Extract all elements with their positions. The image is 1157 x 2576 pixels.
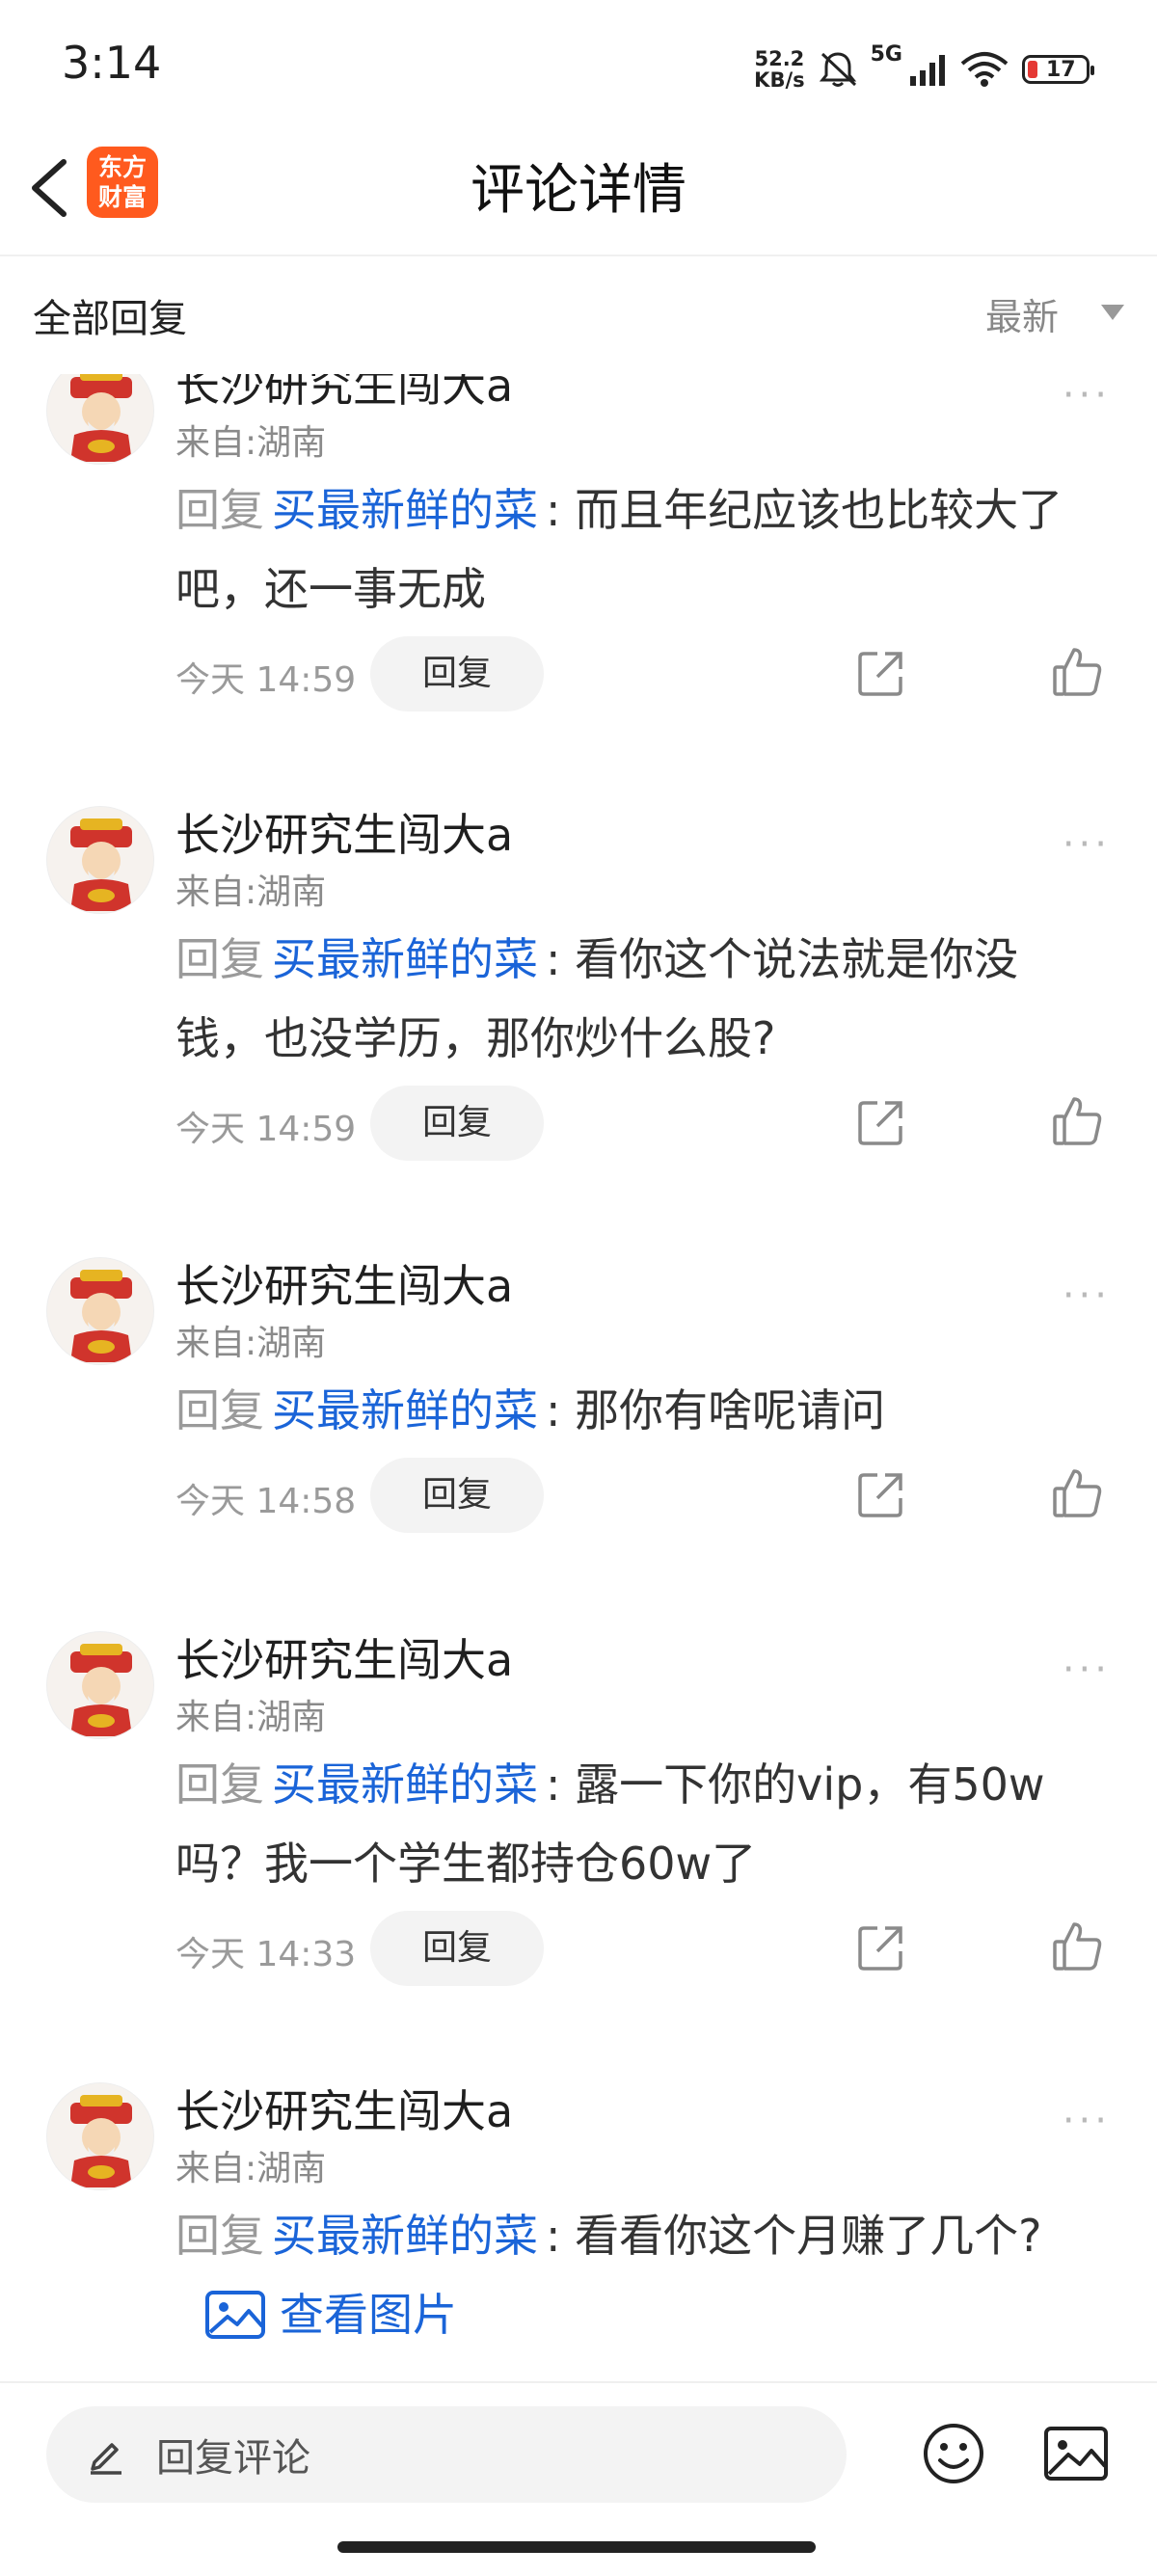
separator: : [546, 1384, 561, 1436]
view-image-link[interactable]: 查看图片 [204, 2275, 457, 2354]
comment-actions: 今天 14:33 回复 [175, 1911, 1120, 1988]
avatar[interactable] [46, 806, 154, 914]
reply-prefix: 回复 [175, 1384, 264, 1436]
thumbs-up-icon[interactable] [1051, 1467, 1103, 1519]
user-location: 来自:湖南 [175, 872, 327, 912]
thumbs-up-icon[interactable] [1051, 1920, 1103, 1972]
caret-down-icon[interactable] [1101, 305, 1124, 320]
username[interactable]: 长沙研究生闯大a [175, 800, 513, 864]
more-options-icon[interactable]: ··· [1063, 1276, 1111, 1315]
avatar-icon [70, 2095, 132, 2187]
separator: : [546, 484, 561, 536]
reply-placeholder: 回复评论 [156, 2436, 310, 2481]
user-location: 来自:湖南 [175, 423, 327, 463]
separator: : [546, 933, 561, 985]
comment-body: 回复 买最新鲜的菜: 露一下你的vip，有50w吗？我一个学生都持仓60w了 [175, 1745, 1091, 1903]
all-replies-label: 全部回复 [33, 297, 187, 341]
username[interactable]: 长沙研究生闯大a [175, 1251, 513, 1315]
reply-prefix: 回复 [175, 2210, 264, 2262]
comment-actions: 今天 14:59 回复 [175, 636, 1120, 713]
comment-text: 看看你这个月赚了几个? [575, 2210, 1042, 2262]
separator: : [546, 2210, 561, 2262]
reply-prefix: 回复 [175, 1758, 264, 1811]
avatar-icon [70, 1644, 132, 1736]
comment-body: 回复 买最新鲜的菜: 而且年纪应该也比较大了吧，还一事无成 [175, 470, 1091, 629]
more-options-icon[interactable]: ··· [1063, 1650, 1111, 1689]
mention-link[interactable]: 买最新鲜的菜 [272, 1758, 538, 1811]
comment-time: 今天 14:33 [175, 1935, 357, 1974]
share-icon[interactable] [856, 1469, 906, 1519]
home-indicator[interactable] [337, 2541, 816, 2553]
user-location: 来自:湖南 [175, 1324, 327, 1363]
username[interactable]: 长沙研究生闯大a [175, 1625, 513, 1689]
pencil-icon [91, 2443, 121, 2475]
reply-prefix: 回复 [175, 933, 264, 985]
reply-button[interactable]: 回复 [370, 1458, 544, 1533]
avatar[interactable] [46, 1257, 154, 1365]
reply-button[interactable]: 回复 [370, 1911, 544, 1986]
more-options-icon[interactable]: ··· [1063, 2102, 1111, 2140]
comment-actions: 今天 14:59 回复 [175, 1086, 1120, 1163]
sort-dropdown[interactable]: 最新 [985, 287, 1059, 340]
reply-button[interactable]: 回复 [370, 636, 544, 711]
username[interactable]: 长沙研究生闯大a [175, 2077, 513, 2140]
view-image-label: 查看图片 [280, 2289, 457, 2341]
comment-time: 今天 14:59 [175, 1110, 357, 1149]
image-icon[interactable] [1043, 2426, 1109, 2482]
emoji-icon[interactable] [922, 2422, 985, 2485]
separator: : [546, 1758, 561, 1811]
thumbs-up-icon[interactable] [1051, 646, 1103, 698]
share-icon[interactable] [856, 1922, 906, 1972]
comment-body: 回复 买最新鲜的菜: 看看你这个月赚了几个? 查看图片 [175, 2196, 1091, 2364]
user-location: 来自:湖南 [175, 1698, 327, 1737]
comment-actions: 今天 14:58 回复 [175, 1458, 1120, 1535]
mention-link[interactable]: 买最新鲜的菜 [272, 1384, 538, 1436]
comment-time: 今天 14:59 [175, 660, 357, 700]
avatar[interactable] [46, 2082, 154, 2190]
share-icon[interactable] [856, 648, 906, 698]
more-options-icon[interactable]: ··· [1063, 376, 1111, 415]
picture-icon [205, 2291, 265, 2339]
user-location: 来自:湖南 [175, 2149, 327, 2188]
avatar-icon [70, 1270, 132, 1362]
comment-body: 回复 买最新鲜的菜: 那你有啥呢请问 [175, 1371, 1091, 1450]
reply-button[interactable]: 回复 [370, 1086, 544, 1161]
comment-body: 回复 买最新鲜的菜: 看你这个说法就是你没钱，也没学历，那你炒什么股? [175, 920, 1091, 1078]
mention-link[interactable]: 买最新鲜的菜 [272, 933, 538, 985]
mention-link[interactable]: 买最新鲜的菜 [272, 484, 538, 536]
avatar-icon [70, 818, 132, 911]
thumbs-up-icon[interactable] [1051, 1095, 1103, 1147]
reply-comment-input[interactable]: 回复评论 [46, 2406, 847, 2503]
more-options-icon[interactable]: ··· [1063, 825, 1111, 864]
reply-prefix: 回复 [175, 484, 264, 536]
share-icon[interactable] [856, 1097, 906, 1147]
avatar[interactable] [46, 1631, 154, 1739]
comment-time: 今天 14:58 [175, 1482, 357, 1521]
mention-link[interactable]: 买最新鲜的菜 [272, 2210, 538, 2262]
comment-text: 那你有啥呢请问 [575, 1384, 886, 1436]
